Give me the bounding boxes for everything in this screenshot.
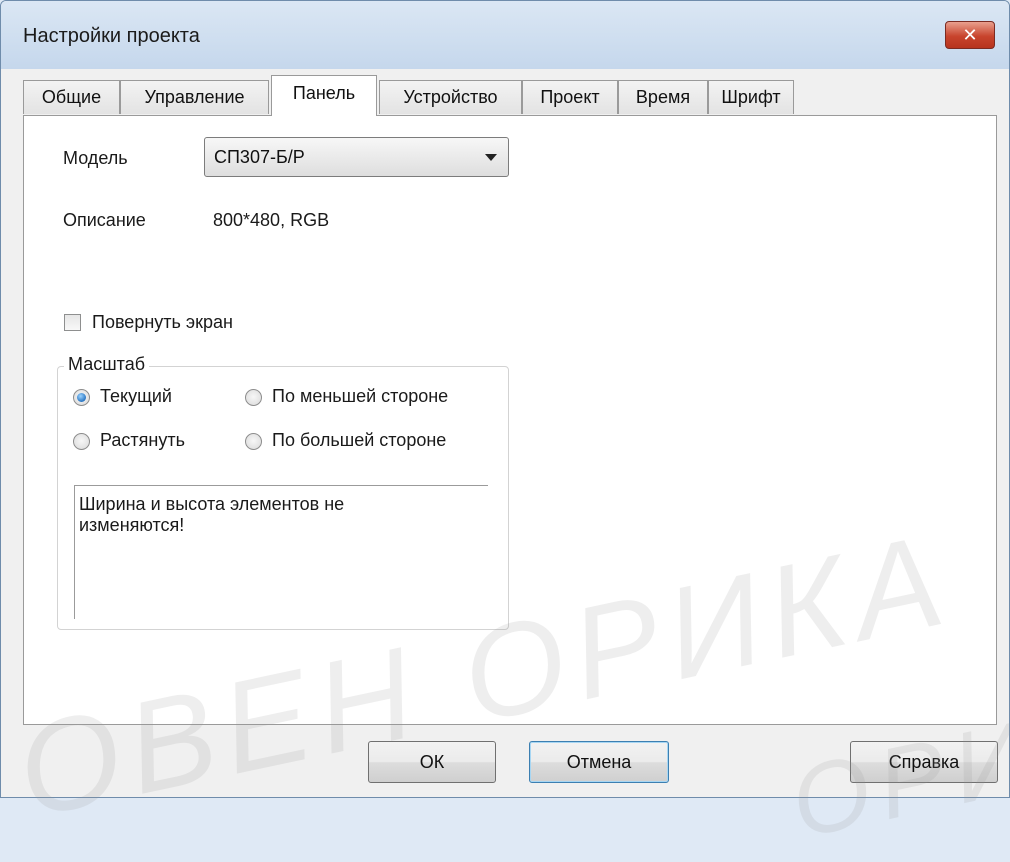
tab-time[interactable]: Время (618, 80, 708, 114)
model-label: Модель (63, 148, 128, 168)
tab-label: Устройство (403, 87, 498, 107)
tab-device[interactable]: Устройство (379, 80, 522, 114)
help-button[interactable]: Справка (850, 741, 998, 783)
window-title: Настройки проекта (23, 25, 200, 47)
scale-description-box: Ширина и высота элементов не изменяются! (74, 485, 488, 619)
model-select-value: СП307-Б/Р (214, 147, 305, 167)
close-icon: ✕ (962, 25, 978, 45)
rotate-screen-checkbox[interactable] (64, 314, 81, 331)
rotate-screen-label[interactable]: Повернуть экран (92, 312, 233, 333)
tab-project[interactable]: Проект (522, 80, 618, 114)
tab-control[interactable]: Управление (120, 80, 269, 114)
scale-stretch-label[interactable]: Растянуть (100, 430, 185, 451)
tab-panel[interactable]: Панель (271, 75, 377, 116)
help-button-label: Справка (888, 752, 960, 772)
cancel-button-label: Отмена (566, 752, 632, 772)
close-button[interactable]: ✕ (945, 21, 995, 49)
description-value: 800*480, RGB (213, 210, 330, 230)
scale-stretch-radio[interactable] (73, 433, 90, 450)
scale-group-title: Масштаб (64, 354, 150, 375)
tab-label: Панель (292, 83, 356, 103)
scale-larger-side-radio[interactable] (245, 433, 262, 450)
ok-button-label: ОК (419, 752, 445, 772)
chevron-down-icon (485, 154, 497, 161)
tab-general[interactable]: Общие (23, 80, 120, 114)
model-select[interactable]: СП307-Б/Р (204, 137, 509, 177)
ok-button[interactable]: ОК (368, 741, 496, 783)
title-bar: Настройки проекта ✕ (1, 1, 1009, 69)
cancel-button[interactable]: Отмена (529, 741, 669, 783)
tab-label: Время (635, 87, 691, 107)
scale-description-text: Ширина и высота элементов не изменяются! (79, 494, 345, 535)
scale-smaller-side-radio[interactable] (245, 389, 262, 406)
scale-current-radio[interactable] (73, 389, 90, 406)
description-label: Описание (63, 210, 146, 230)
tab-label: Управление (144, 87, 245, 107)
scale-current-label[interactable]: Текущий (100, 386, 172, 407)
tab-label: Шрифт (721, 87, 781, 107)
tab-font[interactable]: Шрифт (708, 80, 794, 114)
scale-smaller-side-label[interactable]: По меньшей стороне (272, 386, 448, 407)
tab-label: Общие (41, 87, 102, 107)
tab-label: Проект (540, 87, 600, 107)
scale-larger-side-label[interactable]: По большей стороне (272, 430, 446, 451)
